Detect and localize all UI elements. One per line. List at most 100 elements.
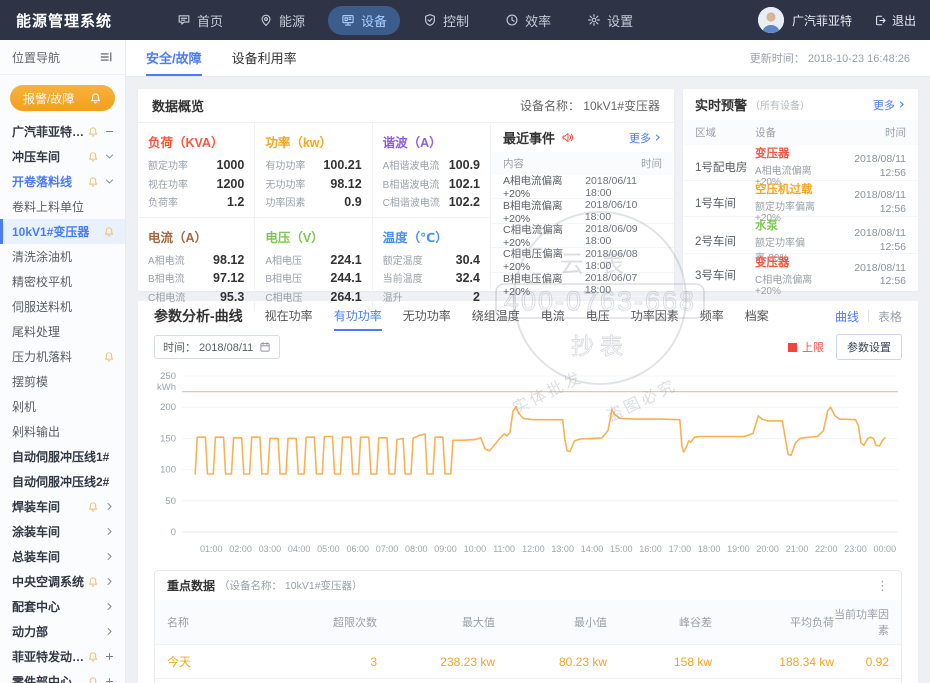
sidebar-header: 位置导航 bbox=[0, 40, 125, 75]
sidebar-item[interactable]: 尾料处理 bbox=[0, 319, 125, 344]
analysis-title: 参数分析-曲线 bbox=[154, 306, 243, 326]
svg-text:150: 150 bbox=[160, 433, 176, 444]
bell-icon bbox=[87, 151, 99, 163]
clock-icon bbox=[505, 13, 519, 27]
svg-text:04:00: 04:00 bbox=[288, 544, 311, 554]
metric-card-title: 谐波（A） bbox=[383, 132, 480, 151]
sidebar-item[interactable]: 中央空调系统 bbox=[0, 569, 125, 594]
svg-text:200: 200 bbox=[160, 402, 176, 413]
chart-area: 050100150200250kWh01:0002:0003:0004:0005… bbox=[138, 360, 918, 560]
view-table-toggle[interactable]: 表格 bbox=[878, 308, 902, 325]
user-photo-icon bbox=[758, 7, 784, 33]
view-curve-toggle[interactable]: 曲线 bbox=[835, 308, 859, 325]
sidebar-item[interactable]: 总装车间 bbox=[0, 544, 125, 569]
sidebar-item[interactable]: 剁料输出 bbox=[0, 419, 125, 444]
nav-label: 设置 bbox=[607, 11, 633, 30]
user-name[interactable]: 广汽菲亚特 bbox=[792, 12, 852, 29]
nav-item-gear[interactable]: 设置 bbox=[574, 6, 646, 35]
sidebar-item-label: 菲亚特发动机厂 bbox=[12, 648, 87, 665]
analysis-tab[interactable]: 档案 bbox=[745, 301, 769, 331]
avatar[interactable] bbox=[758, 7, 784, 33]
content: 数据概览 设备名称： 10kV1#变压器 负荷（KVA）额定功率1000视在功率… bbox=[126, 77, 930, 683]
bell-icon bbox=[87, 126, 99, 138]
key-table-col: 平均负荷 bbox=[712, 614, 834, 630]
analysis-tab[interactable]: 有功功率 bbox=[334, 301, 382, 331]
nav-item-home[interactable]: 首页 bbox=[164, 6, 236, 35]
sidebar-item[interactable]: 10kV1#变压器 bbox=[0, 219, 125, 244]
sidebar-item[interactable]: 开卷落料线 bbox=[0, 169, 125, 194]
alerts-more-link[interactable]: 更多 bbox=[873, 97, 906, 113]
alarm-fault-button[interactable]: 报警/故障 bbox=[10, 85, 115, 111]
sidebar-item[interactable]: 菲亚特发动机厂 bbox=[0, 644, 125, 669]
page-tabbar: 安全/故障设备利用率 更新时间： 2018-10-23 16:48:26 bbox=[126, 40, 930, 77]
analysis-tab[interactable]: 绕组温度 bbox=[472, 301, 520, 331]
analysis-tabs: 视在功率有功功率无功功率绕组温度电流电压功率因素频率档案 bbox=[265, 301, 769, 331]
metric-row: 当前温度32.4 bbox=[383, 270, 480, 289]
metric-card-title: 电流（A） bbox=[148, 227, 244, 246]
analysis-tab[interactable]: 电流 bbox=[541, 301, 565, 331]
sidebar-item[interactable]: 摆剪模 bbox=[0, 369, 125, 394]
events-title: 最近事件 bbox=[503, 128, 555, 147]
sidebar-item-label: 剁机 bbox=[12, 398, 36, 415]
location-tree: 广汽菲亚特整车厂冲压车间开卷落料线卷料上料单位 10kV1#变压器清洗涂油机精密校… bbox=[0, 116, 125, 683]
tab-inactive[interactable]: 设备利用率 bbox=[232, 40, 297, 76]
analysis-tab[interactable]: 视在功率 bbox=[265, 301, 313, 331]
events-more-link[interactable]: 更多 bbox=[629, 130, 662, 146]
alerts-columns: 区域 设备 时间 bbox=[683, 120, 918, 145]
sidebar-item[interactable]: 涂装车间 bbox=[0, 519, 125, 544]
sidebar-item[interactable]: 自动伺服冲压线2# bbox=[0, 469, 125, 494]
nav-item-clock[interactable]: 效率 bbox=[492, 6, 564, 35]
sidebar-item[interactable]: 冲压车间 bbox=[0, 144, 125, 169]
page-tabs: 安全/故障设备利用率 bbox=[146, 40, 327, 76]
sidebar-item-label: 伺服送料机 bbox=[12, 298, 72, 315]
sidebar-item[interactable]: 精密校平机 bbox=[0, 269, 125, 294]
nav-item-device[interactable]: 设备 bbox=[328, 6, 400, 35]
sidebar-item[interactable]: 配套中心 bbox=[0, 594, 125, 619]
nav-item-control[interactable]: 控制 bbox=[410, 6, 482, 35]
sidebar-item-label: 摆剪模 bbox=[12, 373, 48, 390]
svg-text:16:00: 16:00 bbox=[639, 544, 662, 554]
sidebar-item[interactable]: 自动伺服冲压线1# bbox=[0, 444, 125, 469]
analysis-tab[interactable]: 功率因素 bbox=[631, 301, 679, 331]
chevron-right-icon bbox=[104, 576, 115, 587]
sidebar-item[interactable]: 剁机 bbox=[0, 394, 125, 419]
date-picker[interactable]: 时间： 2018/08/11 bbox=[154, 335, 280, 359]
metric-row: C相谐波电流102.2 bbox=[383, 194, 480, 213]
sidebar-item[interactable]: 卷料上料单位 bbox=[0, 194, 125, 219]
sidebar-item-label: 自动伺服冲压线2# bbox=[12, 473, 109, 490]
alert-row: 1号车间 空压机过载额定功率偏离+20% 2018/08/1112:56 bbox=[683, 181, 918, 217]
kebab-menu-icon[interactable]: ⋮ bbox=[876, 579, 889, 592]
sidebar-item[interactable]: 广汽菲亚特整车厂 bbox=[0, 119, 125, 144]
svg-text:06:00: 06:00 bbox=[346, 544, 369, 554]
key-table-col: 最大值 bbox=[377, 614, 495, 630]
tab-active[interactable]: 安全/故障 bbox=[146, 40, 202, 76]
sidebar-item[interactable]: 动力部 bbox=[0, 619, 125, 644]
svg-text:07:00: 07:00 bbox=[376, 544, 399, 554]
metric-row: B相电压244.1 bbox=[265, 270, 361, 289]
analysis-tab[interactable]: 频率 bbox=[700, 301, 724, 331]
nav-item-pin[interactable]: 能源 bbox=[246, 6, 318, 35]
sidebar-item[interactable]: 零件部中心仓库 bbox=[0, 669, 125, 683]
collapse-icon[interactable] bbox=[99, 50, 113, 64]
analysis-tab[interactable]: 电压 bbox=[586, 301, 610, 331]
chevron-right-icon bbox=[104, 601, 115, 612]
logout-icon bbox=[874, 14, 887, 27]
sidebar-item-label: 中央空调系统 bbox=[12, 573, 84, 590]
sidebar-item[interactable]: 压力机落料 bbox=[0, 344, 125, 369]
analysis-tab[interactable]: 无功功率 bbox=[403, 301, 451, 331]
active-power-line-chart[interactable]: 050100150200250kWh01:0002:0003:0004:0005… bbox=[154, 364, 902, 560]
chevron-down-icon bbox=[104, 176, 115, 187]
sidebar-item[interactable]: 伺服送料机 bbox=[0, 294, 125, 319]
sidebar-item[interactable]: 清洗涂油机 bbox=[0, 244, 125, 269]
logout-button[interactable]: 退出 bbox=[874, 12, 916, 29]
parameter-settings-button[interactable]: 参数设置 bbox=[836, 334, 902, 360]
svg-text:20:00: 20:00 bbox=[756, 544, 779, 554]
sidebar-item-label: 卷料上料单位 bbox=[12, 198, 84, 215]
metric-card: 功率（kw）有功功率100.21无功功率98.12功率因素0.9 bbox=[255, 123, 372, 218]
main-area: 安全/故障设备利用率 更新时间： 2018-10-23 16:48:26 数据概… bbox=[126, 40, 930, 683]
sidebar-item-label: 压力机落料 bbox=[12, 348, 72, 365]
alarm-fault-label: 报警/故障 bbox=[23, 90, 74, 107]
device-name-label: 设备名称： 10kV1#变压器 bbox=[520, 97, 660, 114]
sidebar-item[interactable]: 焊装车间 bbox=[0, 494, 125, 519]
sidebar-item-label: 动力部 bbox=[12, 623, 48, 640]
